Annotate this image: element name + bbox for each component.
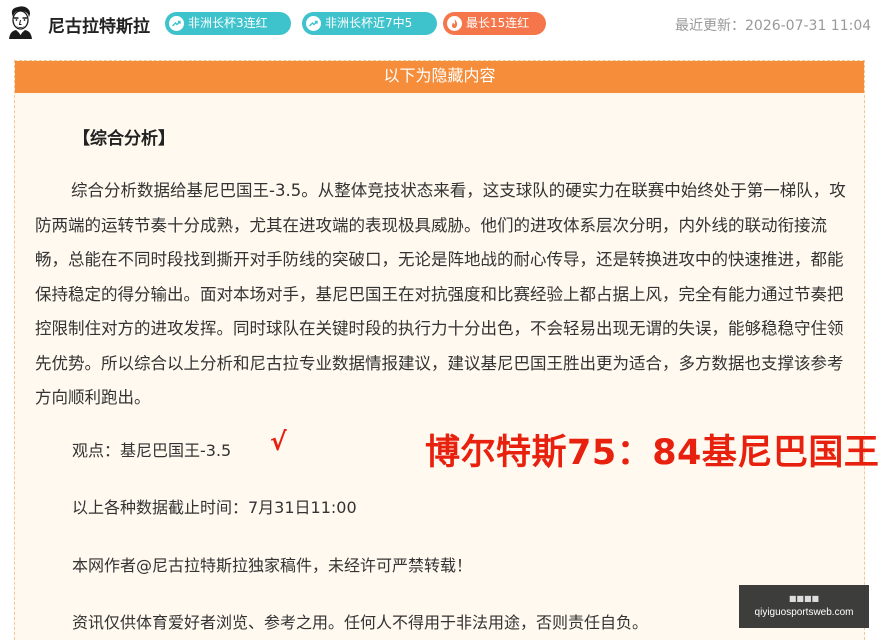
check-mark-icon: √ — [270, 427, 287, 456]
watermark-title: ■■■■ — [788, 594, 820, 603]
section-heading: 【综合分析】 — [73, 129, 175, 149]
badge-longest-streak: 最长15连红 — [443, 12, 546, 35]
badge-label: 最长15连红 — [466, 16, 530, 30]
disclaimer-text: 资讯仅供体育爱好者浏览、参考之用。任何人不得用于非法用途，否则责任自负。 — [72, 613, 649, 632]
badge-recent-record: 非洲长杯近7中5 — [302, 12, 437, 35]
badge-label: 非洲长杯近7中5 — [325, 16, 413, 30]
analysis-paragraph: 综合分析数据给基尼巴国王-3.5。从整体竞技状态来看，这支球队的硬实力在联赛中始… — [35, 181, 846, 407]
author-name[interactable]: 尼古拉特斯拉 — [48, 12, 150, 37]
copyright-notice: 本网作者@尼古拉特斯拉独家稿件，未经许可严禁转载！ — [72, 556, 473, 575]
badge-label: 非洲长杯3连红 — [188, 16, 268, 30]
portrait-icon[interactable] — [5, 5, 35, 39]
watermark-url: qiyiguosportsweb.com — [754, 607, 854, 618]
match-score: 博尔特斯75：84基尼巴国王 — [425, 433, 880, 473]
last-updated-time: 最近更新：2026-07-31 11:04 — [675, 18, 872, 34]
viewpoint-text: 观点：基尼巴国王-3.5 — [72, 441, 232, 460]
hidden-content-banner: 以下为隐藏内容 — [15, 61, 864, 93]
trend-up-icon — [169, 16, 184, 31]
data-cutoff-time: 以上各种数据截止时间：7月31日11:00 — [72, 498, 357, 517]
badge-streak: 非洲长杯3连红 — [165, 12, 291, 35]
article-header: 尼古拉特斯拉 非洲长杯3连红 非洲长杯近7中5 最长15连红 最近更新：2026… — [0, 0, 880, 46]
site-watermark: ■■■■ qiyiguosportsweb.com — [739, 585, 869, 628]
trend-up-icon — [306, 16, 321, 31]
hidden-content-panel: 以下为隐藏内容 【综合分析】 综合分析数据给基尼巴国王-3.5。从整体竞技状态来… — [14, 60, 879, 640]
flame-icon — [447, 16, 462, 31]
